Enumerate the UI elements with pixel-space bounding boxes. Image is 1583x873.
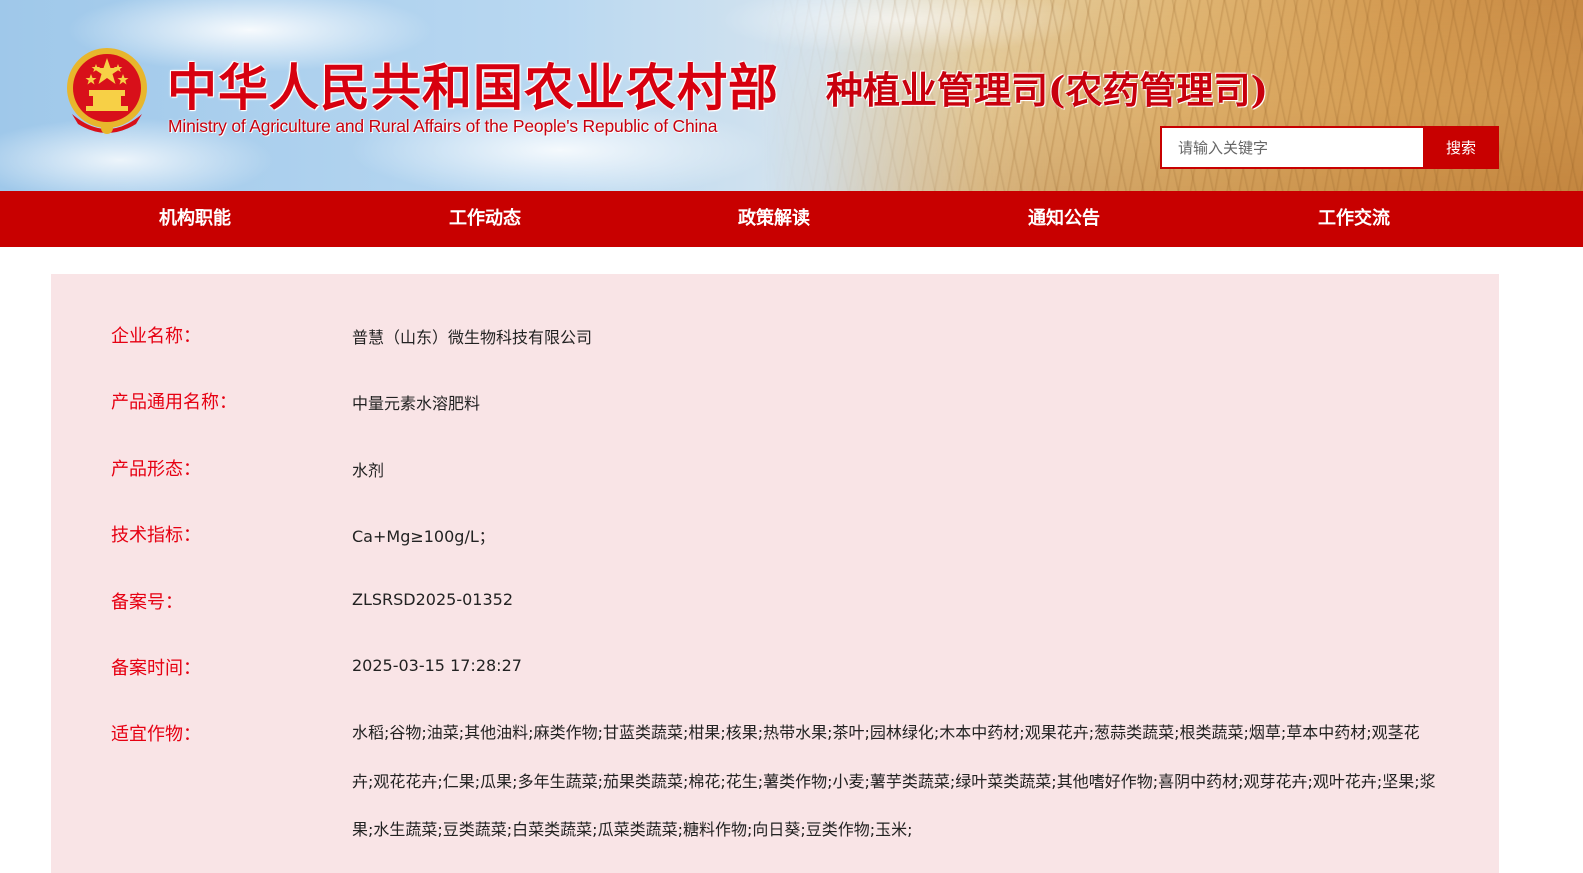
value-company-name: 普慧（山东）微生物科技有限公司 <box>352 328 593 347</box>
label-record-time: 备案时间： <box>111 658 201 679</box>
ministry-name-cn: 中华人民共和国农业农村部 <box>167 58 779 117</box>
label-company-name: 企业名称： <box>111 326 201 347</box>
department-title: 种植业管理司(农药管理司) <box>826 68 1269 112</box>
main-nav: 机构职能 工作动态 政策解读 通知公告 工作交流 <box>0 191 1583 247</box>
nav-item-jigouzhineng[interactable]: 机构职能 <box>95 191 295 247</box>
label-product-name: 产品通用名称： <box>111 392 237 413</box>
label-product-form: 产品形态： <box>111 459 201 480</box>
value-tech-index: Ca+Mg≥100g/L； <box>352 527 495 546</box>
nav-item-zhengcejiedu[interactable]: 政策解读 <box>674 191 874 247</box>
ministry-name-en: Ministry of Agriculture and Rural Affair… <box>168 116 718 136</box>
search-input[interactable] <box>1160 126 1423 169</box>
header-banner: 中华人民共和国农业农村部 Ministry of Agriculture and… <box>0 0 1583 191</box>
product-detail-panel: 企业名称： 普慧（山东）微生物科技有限公司 产品通用名称： 中量元素水溶肥料 产… <box>51 274 1499 873</box>
nav-item-gongzuojiaoliu[interactable]: 工作交流 <box>1254 191 1454 247</box>
nav-item-tongzhigonggao[interactable]: 通知公告 <box>964 191 1164 247</box>
value-suitable-crops: 水稻;谷物;油菜;其他油料;麻类作物;甘蓝类蔬菜;柑果;核果;热带水果;茶叶;园… <box>352 723 1436 839</box>
value-product-name: 中量元素水溶肥料 <box>352 394 481 413</box>
nav-item-gongzuodongtai[interactable]: 工作动态 <box>385 191 585 247</box>
label-tech-index: 技术指标： <box>111 525 201 546</box>
label-record-number: 备案号： <box>111 592 183 613</box>
value-record-time: 2025-03-15 17:28:27 <box>352 656 522 675</box>
value-product-form: 水剂 <box>352 461 385 480</box>
value-record-number: ZLSRSD2025-01352 <box>352 590 514 609</box>
national-emblem-icon <box>67 48 147 134</box>
search-button[interactable]: 搜索 <box>1423 126 1499 169</box>
label-suitable-crops: 适宜作物： <box>111 724 201 745</box>
